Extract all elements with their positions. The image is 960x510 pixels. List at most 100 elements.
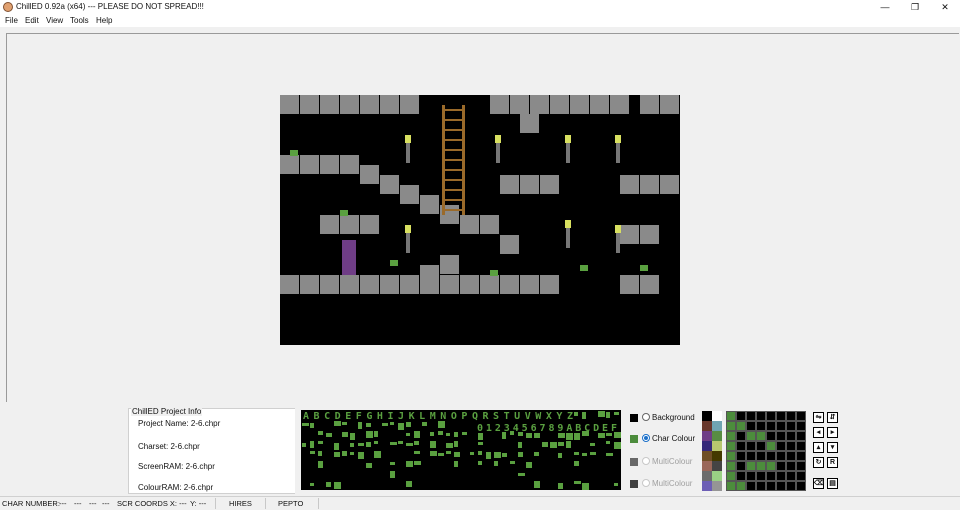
charset-glyph[interactable] [310,483,314,486]
charset-glyph[interactable] [558,483,563,489]
char-pixel[interactable] [766,451,776,461]
palette-swatch[interactable] [712,481,722,491]
copy-icon[interactable]: ▤ [827,478,838,489]
char-pixel[interactable] [746,481,756,491]
char-pixel[interactable] [786,481,796,491]
char-pixel[interactable] [766,471,776,481]
char-pixel[interactable] [746,411,756,421]
char-editor-grid[interactable] [726,411,806,491]
shift-right-icon[interactable]: ▸ [827,427,838,438]
palette-swatch[interactable] [712,441,722,451]
char-pixel[interactable] [726,461,736,471]
charset-glyph[interactable] [342,451,347,456]
charset-glyph[interactable] [382,423,388,426]
charset-glyph[interactable] [302,423,309,426]
restore-button[interactable]: ❐ [900,0,930,14]
charset-glyph[interactable] [502,453,507,457]
charset-glyph[interactable] [334,452,340,457]
charset-glyph[interactable] [454,452,460,457]
char-pixel[interactable] [736,461,746,471]
charset-glyph[interactable] [614,432,621,438]
char-pixel[interactable] [746,441,756,451]
charset-glyph[interactable] [414,461,421,465]
charset-glyph[interactable] [518,473,525,476]
background-radio[interactable] [642,413,650,421]
screen-map[interactable] [280,95,680,345]
charset-glyph[interactable] [558,433,565,438]
charset-glyph[interactable] [558,453,562,458]
charset-glyph[interactable] [494,461,498,466]
char-pixel[interactable] [786,411,796,421]
palette-swatch[interactable] [702,481,712,491]
palette-swatch[interactable] [702,471,712,481]
charset-glyph[interactable] [326,482,331,487]
charset-glyph[interactable] [582,412,586,419]
charset-glyph[interactable] [534,452,539,456]
charset-glyph[interactable] [438,453,444,456]
palette-swatch[interactable] [712,421,722,431]
charset-glyph[interactable] [574,481,581,484]
multicolour1-radio[interactable] [642,457,650,465]
char-pixel[interactable] [776,481,786,491]
char-pixel[interactable] [756,431,766,441]
char-pixel[interactable] [746,461,756,471]
charset-glyph[interactable] [574,452,579,455]
charset-glyph[interactable] [390,442,397,445]
char-pixel[interactable] [756,461,766,471]
charset-glyph[interactable] [342,432,348,437]
menu-file[interactable]: File [5,16,18,25]
charset-glyph[interactable] [334,421,341,426]
char-pixel[interactable] [726,471,736,481]
charset-glyph[interactable] [502,432,506,439]
char-pixel[interactable] [776,461,786,471]
charset-glyph[interactable] [406,461,413,467]
char-pixel[interactable] [796,421,806,431]
palette-swatch[interactable] [712,451,722,461]
char-pixel[interactable] [736,421,746,431]
char-pixel[interactable] [776,421,786,431]
flip-vertical-icon[interactable]: ⇵ [827,412,838,423]
charset-glyph[interactable] [406,422,411,427]
charset-glyph[interactable] [358,422,362,429]
charset-glyph[interactable] [366,442,371,447]
char-pixel[interactable] [756,471,766,481]
char-pixel[interactable] [766,411,776,421]
charset-glyph[interactable] [614,442,621,449]
char-pixel[interactable] [786,461,796,471]
char-pixel[interactable] [756,421,766,431]
char-pixel[interactable] [796,411,806,421]
charset-glyph[interactable] [358,452,364,459]
charset-glyph[interactable] [478,461,482,465]
rotate-icon[interactable]: ↻ [813,457,824,468]
charset-glyph[interactable] [590,452,596,455]
charset-glyph[interactable] [606,433,612,436]
charset-glyph[interactable] [350,433,355,440]
charset-glyph[interactable] [390,422,394,425]
palette-swatch[interactable] [702,431,712,441]
charset-glyph[interactable] [598,411,605,417]
charset-glyph[interactable] [390,462,395,465]
palette-swatch[interactable] [702,461,712,471]
charset-glyph[interactable] [366,423,371,427]
charset-glyph[interactable] [350,443,354,447]
char-pixel[interactable] [796,471,806,481]
charset-glyph[interactable] [534,433,540,438]
charset-glyph[interactable] [478,442,483,445]
char-pixel[interactable] [726,481,736,491]
char-pixel[interactable] [776,471,786,481]
char-pixel[interactable] [766,431,776,441]
charset-glyph[interactable] [310,423,314,428]
char-pixel[interactable] [736,411,746,421]
charset-glyph[interactable] [518,442,522,448]
palette-swatch[interactable] [702,421,712,431]
charset-glyph[interactable] [310,441,314,448]
charset-glyph[interactable] [446,451,451,454]
charset-glyph[interactable] [478,451,482,455]
charset-glyph[interactable] [430,432,434,436]
shift-down-icon[interactable]: ▾ [827,442,838,453]
charset-panel[interactable]: ABCDEFGHIJKLMNOPQRSTUVWXYZ 0123456789ABC… [301,410,621,490]
charset-glyph[interactable] [526,433,532,438]
charset-glyph[interactable] [582,453,587,456]
char-pixel[interactable] [726,421,736,431]
charset-glyph[interactable] [414,451,420,454]
